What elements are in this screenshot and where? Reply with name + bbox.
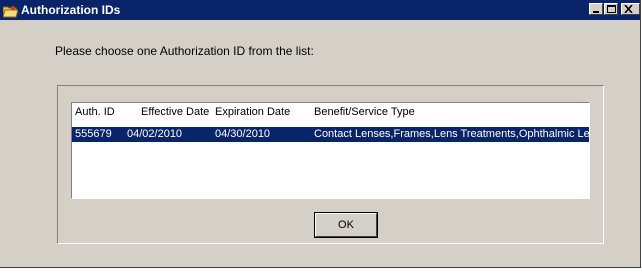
column-header-effective-date[interactable]: Effective Date xyxy=(141,105,221,119)
list-item[interactable]: 555679 04/02/2010 04/30/2010 Contact Len… xyxy=(72,127,589,142)
dialog-window: Authorization IDs Please choose one Auth… xyxy=(0,0,641,268)
column-header-benefit-type[interactable]: Benefit/Service Type xyxy=(314,105,589,119)
maximize-icon xyxy=(607,5,616,13)
ok-button-label: OK xyxy=(338,219,354,231)
column-header-auth-id[interactable]: Auth. ID xyxy=(75,105,131,119)
minimize-icon xyxy=(593,11,599,13)
title-bar[interactable]: Authorization IDs xyxy=(0,0,640,20)
cell-expiration-date: 04/30/2010 xyxy=(215,128,271,140)
instruction-text: Please choose one Authorization ID from … xyxy=(55,44,314,58)
column-header-expiration-date[interactable]: Expiration Date xyxy=(215,105,310,119)
cell-benefit-type: Contact Lenses,Frames,Lens Treatments,Op… xyxy=(314,128,590,140)
close-button[interactable] xyxy=(621,3,640,15)
list-header: Auth. ID Effective Date Expiration Date … xyxy=(72,105,589,119)
close-icon xyxy=(624,5,633,13)
window-title: Authorization IDs xyxy=(21,3,121,17)
ok-button[interactable]: OK xyxy=(314,212,378,238)
folder-key-icon xyxy=(2,3,19,18)
cell-effective-date: 04/02/2010 xyxy=(127,128,183,140)
minimize-button[interactable] xyxy=(589,3,603,15)
cell-auth-id: 555679 xyxy=(75,128,112,140)
authorization-list[interactable]: Auth. ID Effective Date Expiration Date … xyxy=(71,102,590,199)
maximize-button[interactable] xyxy=(604,3,618,15)
